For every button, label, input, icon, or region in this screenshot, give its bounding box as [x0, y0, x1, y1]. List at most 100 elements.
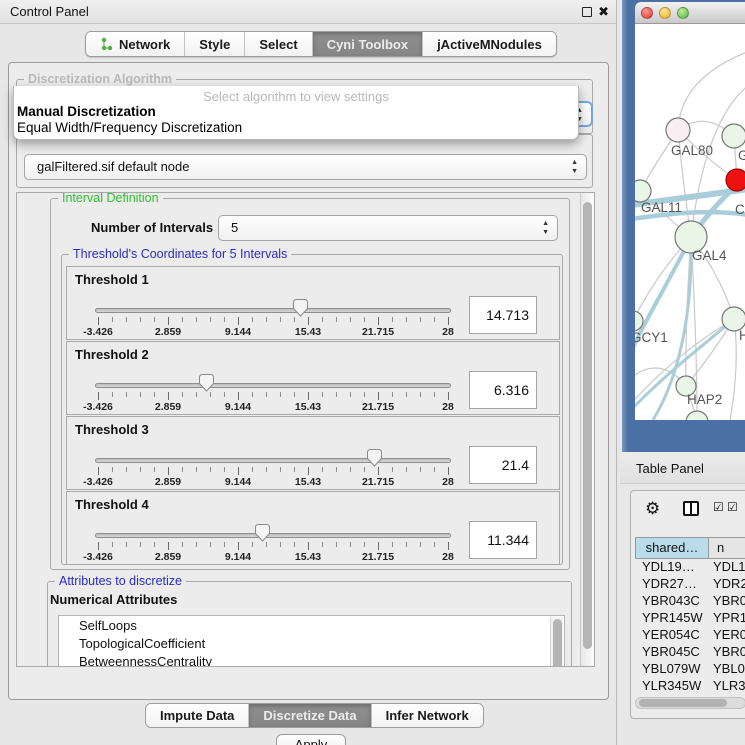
tick-label: 2.859: [138, 476, 198, 488]
tick-label: 2.859: [138, 326, 198, 338]
top-tab-bar: Network Style Select Cyni Toolbox jActiv…: [85, 31, 557, 57]
threshold-label: Threshold 4: [75, 497, 149, 512]
table-toolbar: ⚙ ☑ ☑: [631, 491, 745, 529]
table-row[interactable]: YLR345WYLR3: [635, 678, 745, 695]
tick-label: 9.144: [208, 401, 268, 413]
slider-thumb[interactable]: [255, 524, 270, 542]
network-node[interactable]: [686, 411, 708, 420]
tab-label: Cyni Toolbox: [327, 37, 408, 52]
tick-label: -3.426: [68, 401, 128, 413]
table-data-group: Table Data galFiltered.sif default node …: [16, 134, 593, 188]
column-header-shared[interactable]: shared…: [635, 537, 709, 559]
tab-jactivemnodules[interactable]: jActiveMNodules: [423, 32, 556, 56]
tab-cyni-toolbox[interactable]: Cyni Toolbox: [313, 32, 423, 56]
checkbox-icon[interactable]: ☑: [727, 500, 738, 514]
scrollbar-thumb[interactable]: [583, 202, 592, 649]
tick-label: -3.426: [68, 476, 128, 488]
table-row[interactable]: YPR145WYPR1: [635, 610, 745, 627]
tick-marks-major: [98, 392, 450, 400]
table-header: shared… n: [635, 537, 745, 559]
dropdown-hint: Select algorithm to view settings: [14, 89, 578, 104]
column-header-name[interactable]: n: [709, 537, 745, 559]
tab-label: Select: [259, 37, 297, 52]
minimize-traffic-light[interactable]: [659, 7, 671, 19]
slider-thumb[interactable]: [293, 299, 308, 317]
number-of-intervals-combobox[interactable]: 5 ▲▼: [218, 215, 558, 241]
tick-label: 21.715: [348, 401, 408, 413]
table-row[interactable]: YBR045CYBR0: [635, 644, 745, 661]
control-panel: Control Panel ✖ Network Style Select Cyn…: [0, 0, 617, 745]
apply-button[interactable]: Apply: [276, 734, 346, 745]
attributes-group: Attributes to discretize Numerical Attri…: [47, 581, 572, 667]
tick-label: -3.426: [68, 326, 128, 338]
tick-label: 2.859: [138, 551, 198, 563]
zoom-traffic-light[interactable]: [677, 7, 689, 19]
horizontal-scrollbar[interactable]: [635, 697, 745, 709]
table-row[interactable]: YER054CYER0: [635, 627, 745, 644]
list-item[interactable]: SelfLoops: [79, 618, 137, 636]
vertical-scrollbar[interactable]: [580, 193, 594, 667]
node-label: C: [735, 202, 745, 217]
threshold-label: Threshold 1: [75, 272, 149, 287]
interval-definition-legend: Interval Definition: [58, 192, 163, 205]
close-icon[interactable]: ✖: [598, 4, 609, 20]
table-panel-titlebar: Table Panel: [620, 452, 745, 484]
network-node[interactable]: [635, 180, 651, 202]
table-panel-title: Table Panel: [636, 461, 704, 476]
list-item[interactable]: TopologicalCoefficient: [79, 636, 205, 654]
slider-thumb[interactable]: [199, 374, 214, 392]
table-row[interactable]: YDR27…YDR2: [635, 576, 745, 593]
dropdown-item-equal-width[interactable]: Equal Width/Frequency Discretization: [17, 120, 242, 135]
threshold-value-field[interactable]: 21.4: [469, 446, 537, 484]
threshold-value-field[interactable]: 6.316: [469, 371, 537, 409]
tab-style[interactable]: Style: [185, 32, 245, 56]
threshold-value-field[interactable]: 14.713: [469, 296, 537, 334]
split-columns-icon[interactable]: [683, 501, 699, 516]
control-panel-titlebar: Control Panel ✖: [0, 0, 616, 24]
network-node[interactable]: [722, 124, 745, 148]
list-item[interactable]: BetweennessCentrality: [79, 654, 212, 667]
slider-track[interactable]: [95, 383, 451, 388]
tick-label: 15.43: [278, 551, 338, 563]
slider-track[interactable]: [95, 308, 451, 313]
slider-thumb[interactable]: [367, 449, 382, 467]
numerical-attributes-label: Numerical Attributes: [50, 592, 177, 607]
table-row[interactable]: YBR043CYBR0: [635, 593, 745, 610]
tab-impute-data[interactable]: Impute Data: [146, 704, 249, 727]
table-data-combobox[interactable]: galFiltered.sif default node ▲▼: [24, 154, 587, 180]
network-node[interactable]: [666, 118, 690, 142]
node-label: HAP2: [687, 392, 722, 407]
slider-track[interactable]: [95, 533, 451, 538]
slider-track[interactable]: [95, 458, 451, 463]
node-label: GCY1: [635, 330, 668, 345]
tab-label: Style: [199, 37, 230, 52]
tab-label: Impute Data: [160, 708, 234, 723]
scrollbar-thumb[interactable]: [639, 699, 727, 707]
float-icon[interactable]: [582, 7, 592, 17]
network-node-selected[interactable]: [726, 169, 745, 191]
tick-label: 21.715: [348, 476, 408, 488]
tab-discretize-data[interactable]: Discretize Data: [249, 704, 371, 727]
tick-marks-major: [98, 467, 450, 475]
network-canvas[interactable]: GAL80 GA C GAL11 GAL4 GCY1 H HAP2: [635, 24, 745, 420]
gear-icon[interactable]: ⚙: [645, 499, 660, 519]
list-scrollbar[interactable]: [550, 617, 563, 667]
node-label: GA: [738, 148, 745, 163]
node-label: GAL80: [671, 143, 713, 158]
tick-label: 15.43: [278, 476, 338, 488]
tab-select[interactable]: Select: [245, 32, 312, 56]
tick-label: 15.43: [278, 401, 338, 413]
threshold-value-field[interactable]: 11.344: [469, 521, 537, 559]
table-row[interactable]: YBL079WYBL0: [635, 661, 745, 678]
network-graph: GAL80 GA C GAL11 GAL4 GCY1 H HAP2: [635, 24, 745, 420]
tick-marks-major: [98, 317, 450, 325]
close-traffic-light[interactable]: [641, 7, 653, 19]
network-icon: [100, 37, 114, 51]
dropdown-item-manual[interactable]: Manual Discretization: [17, 104, 156, 119]
tab-network[interactable]: Network: [86, 32, 185, 56]
checkbox-icon[interactable]: ☑: [713, 500, 724, 514]
settings-scroll-pane: Interval Definition Number of Intervals …: [16, 192, 595, 667]
tick-label: 9.144: [208, 551, 268, 563]
table-row[interactable]: YDL19…YDL1: [635, 559, 745, 576]
tab-infer-network[interactable]: Infer Network: [372, 704, 483, 727]
